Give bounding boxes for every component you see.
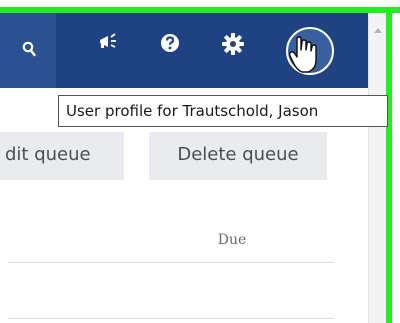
megaphone-icon[interactable] bbox=[98, 33, 120, 51]
gear-icon[interactable] bbox=[222, 33, 244, 55]
highlight-border-right bbox=[386, 7, 392, 323]
highlight-border-top bbox=[0, 7, 400, 13]
edit-queue-button[interactable]: dit queue bbox=[0, 132, 124, 180]
scroll-up-arrow-icon[interactable] bbox=[374, 28, 382, 33]
app-window: User profile for Trautschold, Jason dit … bbox=[0, 0, 400, 323]
user-profile-tooltip: User profile for Trautschold, Jason bbox=[58, 95, 388, 127]
delete-queue-button[interactable]: Delete queue bbox=[149, 132, 327, 180]
search-icon bbox=[22, 41, 36, 57]
search-button[interactable] bbox=[0, 13, 56, 88]
hand-pointer-cursor bbox=[289, 36, 317, 73]
table-divider bbox=[8, 262, 334, 263]
table-divider bbox=[8, 318, 334, 319]
vertical-scrollbar[interactable] bbox=[368, 13, 386, 323]
column-header-due[interactable]: Due bbox=[152, 232, 312, 248]
help-icon[interactable] bbox=[160, 33, 180, 53]
